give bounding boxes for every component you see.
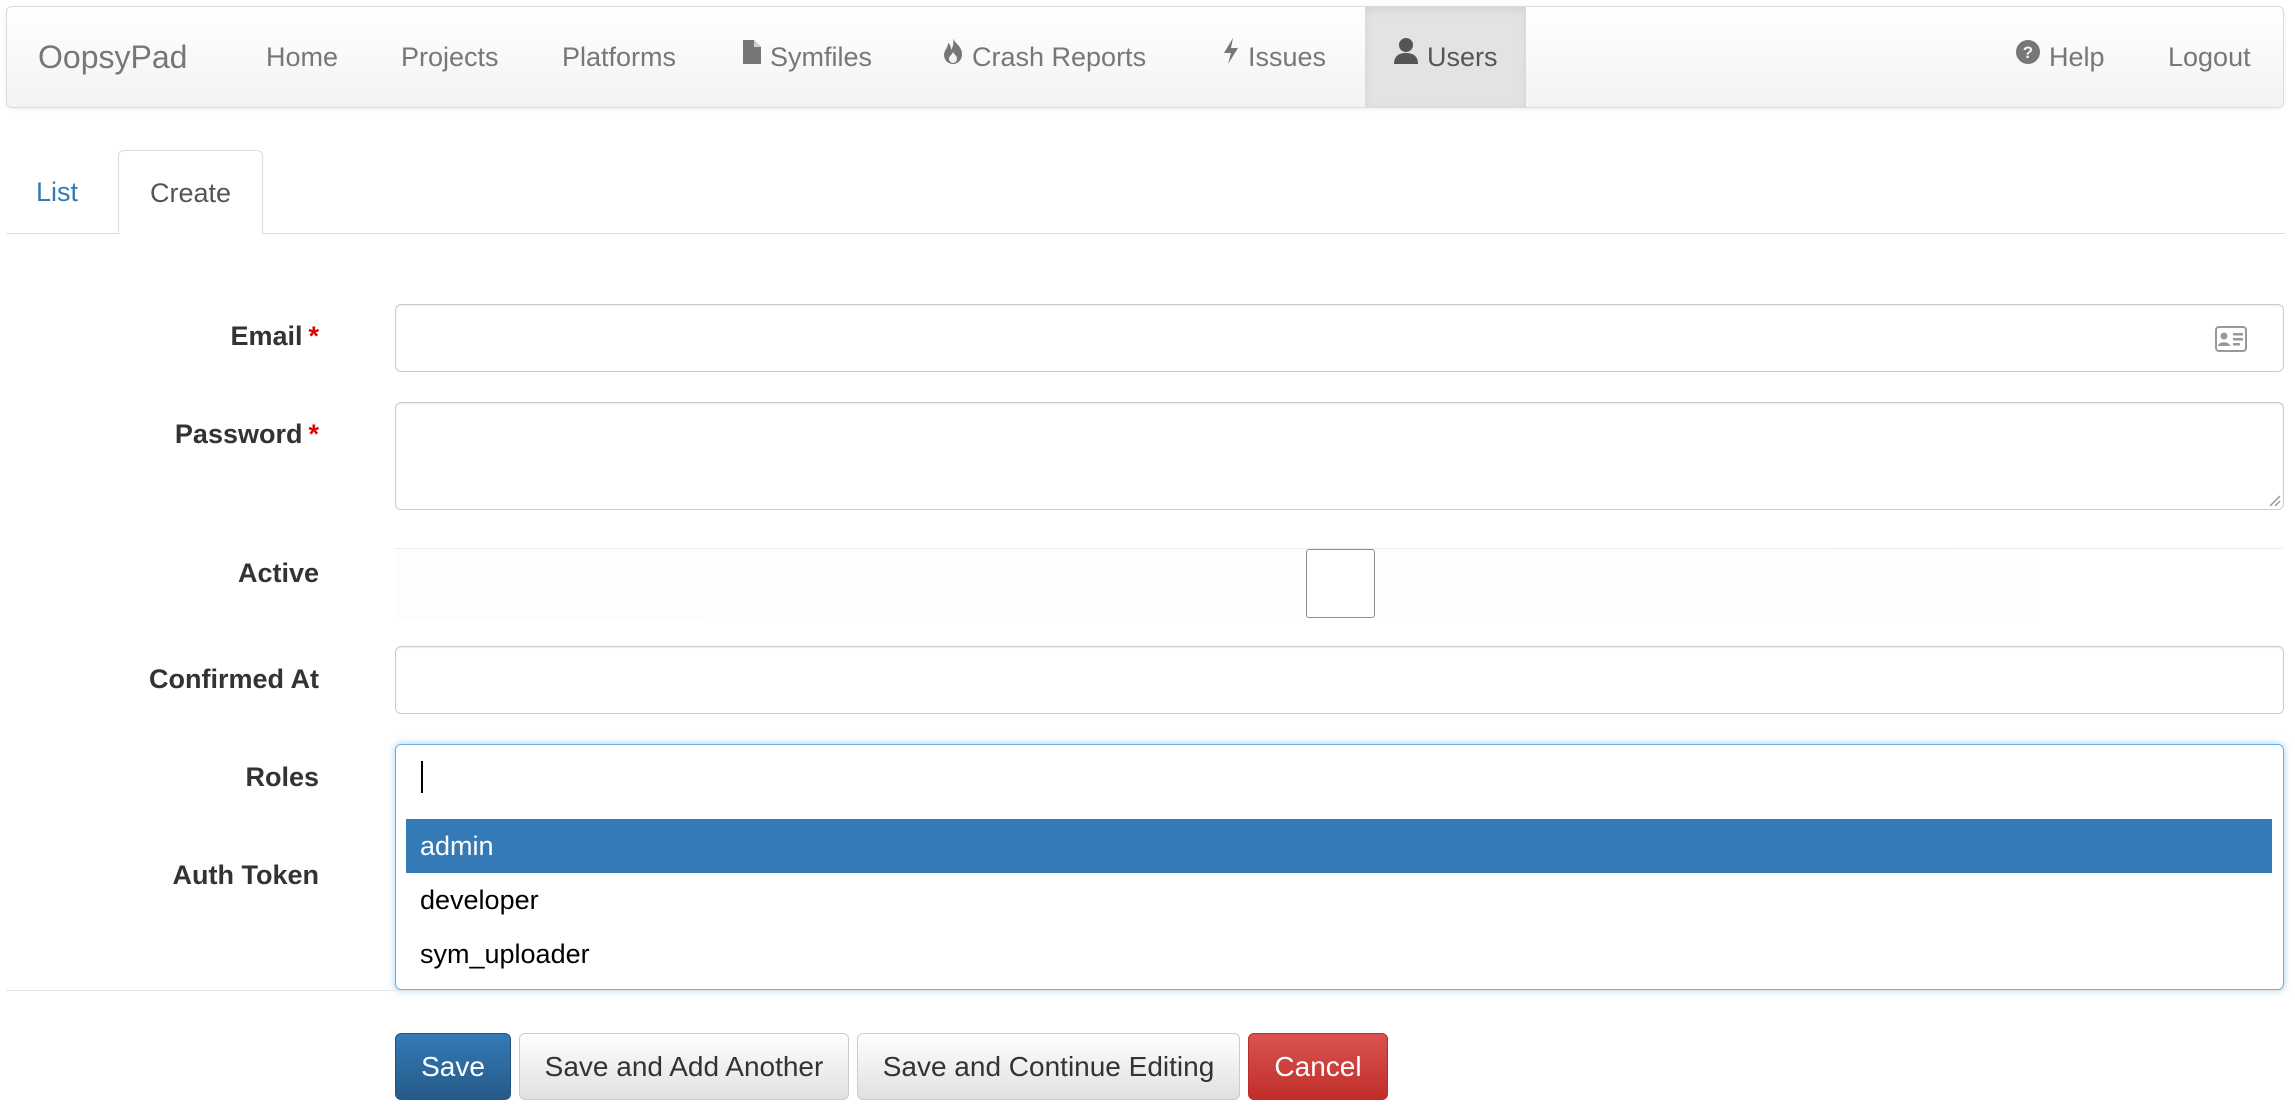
confirmed-at-field[interactable] [395,646,2284,714]
password-field[interactable] [395,402,2284,510]
nav-symfiles[interactable]: Symfiles [742,7,872,107]
nav-platforms[interactable]: Platforms [562,7,676,107]
email-field[interactable] [395,304,2284,372]
nav-projects[interactable]: Projects [401,7,499,107]
question-sign-icon: ? [2015,6,2041,106]
required-mark: * [308,321,319,351]
user-icon [1393,6,1419,106]
nav-platforms-label: Platforms [562,42,677,72]
top-navbar: OopsyPad Home Projects Platforms Symfile… [6,6,2284,108]
nav-help-label: Help [2049,42,2105,72]
active-label: Active [237,558,319,588]
roles-label: Roles [245,762,319,792]
nav-logout-label: Logout [2168,42,2251,72]
password-label: Password * [175,419,319,450]
nav-users[interactable]: Users [1365,7,1526,107]
contact-card-icon [2215,326,2247,357]
nav-help[interactable]: ? Help [2015,7,2105,107]
role-option-developer[interactable]: developer [406,873,2272,927]
tab-create[interactable]: Create [118,150,264,235]
file-icon [742,6,762,106]
resize-grip-icon[interactable] [2265,491,2281,507]
text-cursor [421,761,423,793]
active-checkbox[interactable] [1306,549,1375,618]
nav-users-label: Users [1427,42,1498,72]
roles-search-input[interactable] [396,745,2283,811]
roles-multiselect[interactable]: admin developer sym_uploader [395,744,2284,990]
role-option-sym-uploader[interactable]: sym_uploader [406,927,2272,981]
save-add-another-button[interactable]: Save and Add Another [519,1033,849,1100]
fire-icon [942,6,964,106]
nav-crash-reports-label: Crash Reports [972,42,1147,72]
tab-list[interactable]: List [6,150,108,234]
nav-home-label: Home [266,42,339,72]
save-button[interactable]: Save [395,1033,511,1100]
form-divider [6,990,2285,991]
nav-home[interactable]: Home [266,7,338,107]
password-label-text: Password [174,419,303,449]
nav-issues-label: Issues [1248,42,1327,72]
save-continue-editing-button[interactable]: Save and Continue Editing [857,1033,1240,1100]
role-option-admin[interactable]: admin [406,819,2272,873]
nav-projects-label: Projects [401,42,499,72]
nav-logout[interactable]: Logout [2168,7,2251,107]
email-label-text: Email [230,321,303,351]
required-mark: * [308,419,319,449]
brand-logo[interactable]: OopsyPad [38,7,187,107]
nav-crash-reports[interactable]: Crash Reports [942,7,1146,107]
nav-issues[interactable]: Issues [1222,7,1326,107]
tab-bar: List Create [6,150,2285,235]
nav-symfiles-label: Symfiles [770,42,873,72]
cancel-button[interactable]: Cancel [1248,1033,1388,1100]
svg-text:?: ? [2023,43,2033,62]
flash-icon [1222,6,1240,106]
email-label: Email * [230,321,319,352]
active-field-wrapper [395,548,2284,620]
auth-token-label: Auth Token [172,860,319,890]
confirmed-at-label: Confirmed At [149,664,319,694]
